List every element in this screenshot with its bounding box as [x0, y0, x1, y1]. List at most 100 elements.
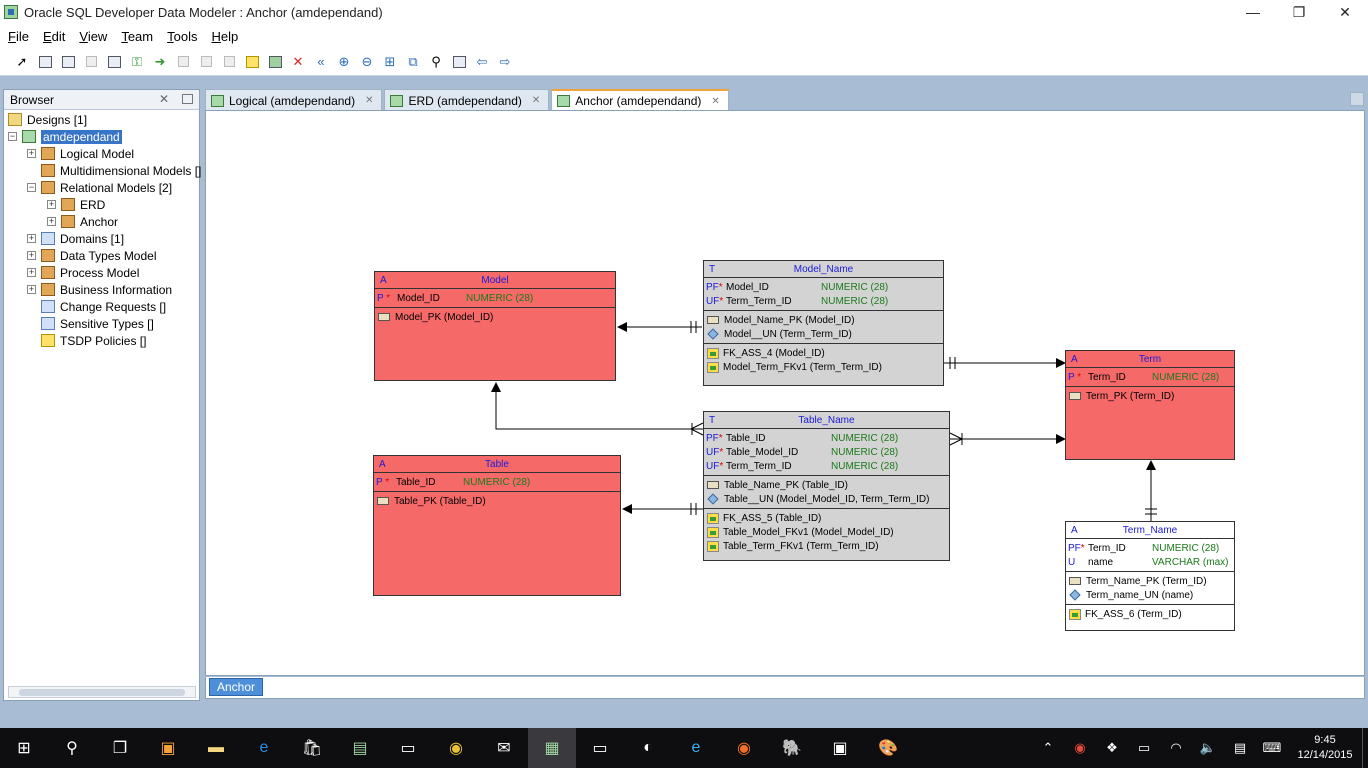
entity-table[interactable]: A Table P * Table_ID NUMERIC (28) Table_PK …	[373, 455, 621, 596]
battery-icon[interactable]: ▭	[1128, 740, 1160, 756]
minimize-button[interactable]: —	[1230, 0, 1276, 24]
fk-row[interactable]: FK_ASS_4 (Model_ID)	[704, 346, 943, 360]
delete-icon[interactable]: ✕	[288, 52, 308, 72]
keyboard-icon[interactable]: ⌨	[1256, 740, 1288, 756]
tree-node-change-requests[interactable]: Change Requests []	[41, 298, 166, 315]
note-icon[interactable]	[242, 52, 262, 72]
subview-tab-anchor[interactable]: Anchor	[209, 678, 263, 696]
tree-node-designs[interactable]: Designs [1]	[8, 111, 87, 128]
forward-icon[interactable]: ⇨	[495, 52, 515, 72]
menu-file[interactable]: File	[4, 29, 33, 44]
cmd-icon[interactable]: ▭	[576, 728, 624, 768]
tree-node-logical-model[interactable]: + Logical Model	[27, 145, 134, 162]
chrome-icon[interactable]: ◉	[432, 728, 480, 768]
column-row[interactable]: Uname VARCHAR (max)	[1066, 555, 1234, 569]
relationship-line[interactable]	[491, 382, 703, 430]
dropbox-icon[interactable]: ❖	[1096, 740, 1128, 756]
horizontal-scrollbar[interactable]	[8, 686, 196, 698]
tree-node-process-model[interactable]: + Process Model	[27, 264, 139, 281]
column-row[interactable]: UF* Table_Model_ID NUMERIC (28)	[704, 445, 949, 459]
paint-icon[interactable]: 🎨	[864, 728, 912, 768]
entity-model[interactable]: A Model P * Model_ID NUMERIC (28) Model_PK …	[374, 271, 616, 381]
select-icon[interactable]: ➚	[12, 52, 32, 72]
wifi-icon[interactable]: ◠	[1160, 740, 1192, 756]
fk-row[interactable]: Model_Term_FKv1 (Term_Term_ID)	[704, 360, 943, 374]
volume-icon[interactable]: 🔈	[1192, 740, 1224, 756]
close-icon[interactable]: ✕	[365, 95, 373, 106]
chrome-tray-icon[interactable]: ◉	[1064, 740, 1096, 756]
expand-icon[interactable]: +	[27, 234, 36, 243]
view-icon[interactable]	[58, 52, 78, 72]
key-row[interactable]: Term_PK (Term_ID)	[1066, 389, 1234, 403]
key-row[interactable]: Term_Name_PK (Term_ID)	[1066, 574, 1234, 588]
new-fk-icon[interactable]: ⚿	[127, 52, 147, 72]
menu-help[interactable]: Help	[207, 29, 242, 44]
start-icon[interactable]: ⊞	[0, 728, 48, 768]
split-icon[interactable]	[81, 52, 101, 72]
key-row[interactable]: Table_PK (Table_ID)	[374, 494, 620, 508]
fk-row[interactable]: Table_Model_FKv1 (Model_Model_ID)	[704, 525, 949, 539]
fk-row[interactable]: FK_ASS_6 (Term_ID)	[1066, 607, 1234, 621]
fit-screen-icon[interactable]: ⊞	[380, 52, 400, 72]
expand-icon[interactable]: +	[27, 285, 36, 294]
column-row[interactable]: P * Term_ID NUMERIC (28)	[1066, 370, 1234, 384]
column-row[interactable]: UF* Term_Term_ID NUMERIC (28)	[704, 294, 943, 308]
table-icon[interactable]	[35, 52, 55, 72]
picture-icon[interactable]	[265, 52, 285, 72]
tree-node-relational-models[interactable]: − Relational Models [2]	[27, 179, 172, 196]
tree-node-sensitive-types[interactable]: Sensitive Types []	[41, 315, 154, 332]
zoom-out-icon[interactable]: ⊖	[357, 52, 377, 72]
collapse-icon[interactable]: −	[27, 183, 36, 192]
close-icon[interactable]: ✕	[711, 96, 719, 107]
copy-icon[interactable]: ⧉	[403, 52, 423, 72]
app-icon[interactable]: ◐	[624, 728, 672, 768]
fk-row[interactable]: FK_ASS_5 (Table_ID)	[704, 511, 949, 525]
fk-row[interactable]: Table_Term_FKv1 (Term_Term_ID)	[704, 539, 949, 553]
tree-node-amdependand[interactable]: − amdependand	[8, 128, 122, 145]
ie-icon[interactable]: e	[672, 728, 720, 768]
tree-node-erd[interactable]: + ERD	[47, 196, 105, 213]
tab-anchor[interactable]: Anchor (amdependand) ✕	[551, 89, 729, 111]
key-row[interactable]: Term_name_UN (name)	[1066, 588, 1234, 602]
menu-team[interactable]: Team	[117, 29, 157, 44]
column-row[interactable]: P * Model_ID NUMERIC (28)	[375, 291, 615, 305]
sublime-icon[interactable]: ▣	[144, 728, 192, 768]
key-row[interactable]: Table_Name_PK (Table_ID)	[704, 478, 949, 492]
menu-tools[interactable]: Tools	[163, 29, 201, 44]
column-row[interactable]: PF* Term_ID NUMERIC (28)	[1066, 541, 1234, 555]
menu-edit[interactable]: Edit	[39, 29, 69, 44]
key-row[interactable]: Model_PK (Model_ID)	[375, 310, 615, 324]
scrollbar-thumb[interactable]	[19, 689, 185, 696]
menu-view[interactable]: View	[75, 29, 111, 44]
tree-node-business-info[interactable]: + Business Information	[27, 281, 172, 298]
tab-list-icon[interactable]	[1350, 92, 1364, 106]
zoom-back-icon[interactable]: «	[311, 52, 331, 72]
file-explorer-icon[interactable]: ▬	[192, 728, 240, 768]
expand-icon[interactable]: +	[47, 217, 56, 226]
store-icon[interactable]: 🛍	[288, 728, 336, 768]
notification-icon[interactable]: ▤	[1224, 740, 1256, 756]
zoom-in-icon[interactable]: ⊕	[334, 52, 354, 72]
entity-model-name[interactable]: T Model_Name PF* Model_ID NUMERIC (28) UF* T…	[703, 260, 944, 386]
tree-node-multidimensional[interactable]: Multidimensional Models []	[41, 162, 201, 179]
monitor-icon[interactable]: ▣	[816, 728, 864, 768]
column-row[interactable]: PF* Model_ID NUMERIC (28)	[704, 280, 943, 294]
entity-table-name[interactable]: T Table_Name PF* Table_ID NUMERIC (28) UF* T…	[703, 411, 950, 561]
cmd-icon[interactable]: ▭	[384, 728, 432, 768]
tree-node-domains[interactable]: + Domains [1]	[27, 230, 124, 247]
show-desktop-button[interactable]	[1362, 728, 1368, 768]
mail-icon[interactable]: ✉	[480, 728, 528, 768]
maximize-button[interactable]: ❐	[1276, 0, 1322, 24]
diagram-canvas[interactable]: A Model P * Model_ID NUMERIC (28) Model_PK …	[205, 110, 1365, 676]
column-row[interactable]: P * Table_ID NUMERIC (28)	[374, 475, 620, 489]
find-icon[interactable]: ⚲	[426, 52, 446, 72]
postgres-icon[interactable]: 🐘	[768, 728, 816, 768]
back-icon[interactable]: ⇦	[472, 52, 492, 72]
tree-node-anchor[interactable]: + Anchor	[47, 213, 118, 230]
search-icon[interactable]: ⚲	[48, 728, 96, 768]
collapse-icon[interactable]: −	[8, 132, 17, 141]
close-button[interactable]: ✕	[1322, 0, 1368, 24]
tree-node-data-types[interactable]: + Data Types Model	[27, 247, 157, 264]
expand-icon[interactable]: +	[27, 251, 36, 260]
expand-icon[interactable]: +	[27, 149, 36, 158]
